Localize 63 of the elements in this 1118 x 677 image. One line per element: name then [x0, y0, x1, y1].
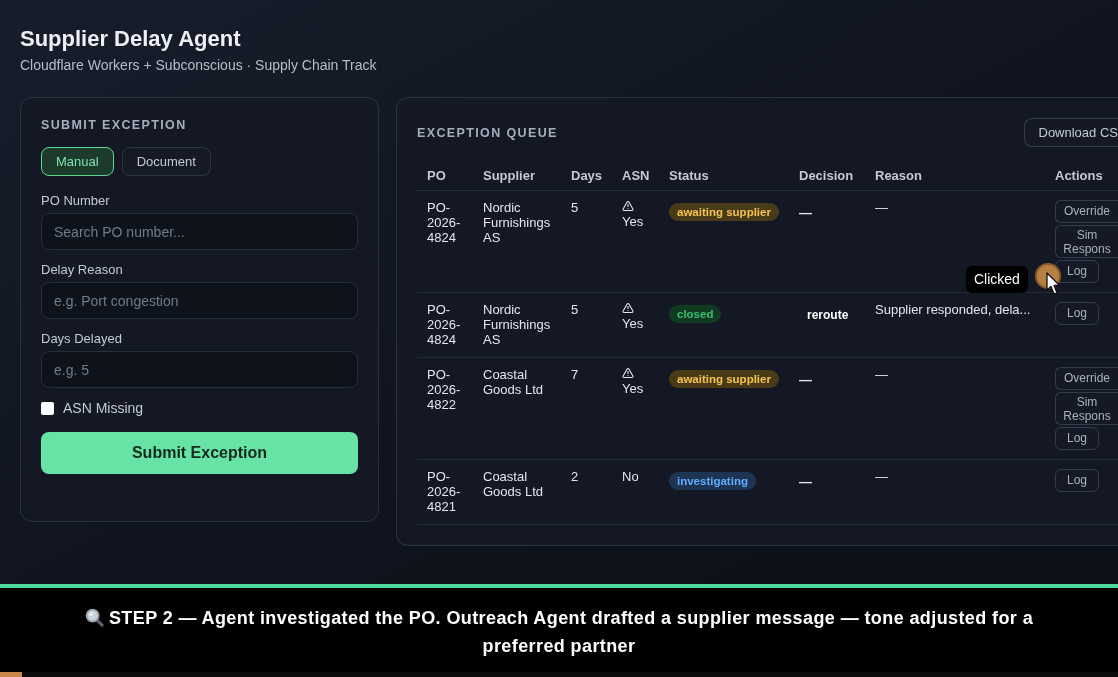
field-label: Days Delayed — [41, 331, 123, 347]
page-title: Supplier Delay Agent — [20, 25, 242, 53]
table-cell: — — [799, 372, 812, 387]
override-button[interactable]: Override — [1055, 367, 1118, 390]
table-cell: — — [799, 474, 812, 489]
clicked-tooltip: Clicked — [966, 266, 1028, 293]
page-subtitle: Cloudflare Workers + Subconscious · Supply Chain Track — [20, 56, 378, 75]
table-cell: Yes — [622, 316, 644, 331]
input-field[interactable]: Search PO number... — [41, 213, 358, 250]
table-cell-text: 7 — [571, 367, 580, 382]
column-header: ASN — [622, 168, 651, 184]
card-heading: SUBMIT EXCEPTION — [41, 117, 188, 133]
table-cell-text: PO-2026-4824 — [427, 200, 462, 245]
checkbox[interactable] — [41, 401, 54, 415]
table-cell-text: — — [875, 367, 889, 382]
status-badge: investigating — [669, 472, 756, 490]
table-cell-text: 5 — [571, 302, 580, 317]
table-cell-text: — — [875, 200, 889, 215]
table-cell-text: PO-2026-4821 — [427, 469, 462, 514]
table-cell-text: Supplier responded, dela... — [875, 302, 1032, 317]
field-label: PO Number — [41, 193, 111, 209]
column-header: Reason — [875, 168, 923, 184]
step-caption: STEP 2 — Agent investigated the PO. Outreach Agent drafted a supplier message — tone adjusted for a preferred partner — [108, 608, 1034, 656]
table-cell-text: 2 — [571, 469, 580, 484]
simulate-response-button[interactable]: Sim Respons — [1055, 392, 1118, 425]
table-cell-text: PO-2026-4824 — [427, 302, 462, 347]
table-cell-text: Coastal Goods Ltd — [483, 469, 544, 499]
checkbox-label: ASN Missing — [63, 400, 144, 416]
status-badge: awaiting supplier — [669, 203, 779, 221]
simulate-response-button[interactable]: Sim Respons — [1055, 225, 1118, 258]
cursor-icon — [1046, 272, 1062, 296]
mode-tab[interactable]: Manual — [41, 147, 114, 176]
submit-exception-button[interactable]: Submit Exception — [41, 432, 358, 474]
status-badge: closed — [669, 305, 722, 323]
table-cell-text: Coastal Goods Ltd — [483, 367, 544, 397]
table-cell: No — [622, 469, 639, 484]
column-header: Actions — [1055, 168, 1104, 184]
table-cell: Yes — [622, 381, 644, 396]
card-heading: EXCEPTION QUEUE — [417, 124, 558, 141]
table-cell-text: — — [875, 469, 889, 484]
table-cell-text: PO-2026-4822 — [427, 367, 462, 412]
log-button[interactable]: Log — [1055, 302, 1100, 325]
table-cell: Yes — [622, 214, 644, 229]
field-label: Delay Reason — [41, 262, 124, 278]
mode-tab[interactable]: Document — [121, 147, 211, 176]
input-field[interactable]: e.g. 5 — [41, 351, 358, 388]
input-field[interactable]: e.g. Port congestion — [41, 282, 358, 319]
column-header: PO — [427, 168, 447, 184]
column-header: Supplier — [483, 168, 536, 184]
log-button[interactable]: Log — [1055, 469, 1100, 492]
column-header: Decision — [799, 168, 855, 184]
status-badge: awaiting supplier — [669, 370, 779, 388]
column-header: Days — [571, 168, 604, 184]
log-button[interactable]: Log — [1055, 427, 1100, 450]
override-button[interactable]: Override — [1055, 200, 1118, 223]
search-icon — [84, 608, 104, 627]
table-cell-text: Nordic Furnishings AS — [483, 200, 552, 245]
table-cell-text: 5 — [571, 200, 580, 215]
table-cell-text: Nordic Furnishings AS — [483, 302, 552, 347]
table-cell: — — [799, 205, 812, 220]
download-csv-button[interactable]: Download CS — [1023, 118, 1118, 147]
column-header: Status — [669, 168, 710, 184]
decision-tag: reroute — [799, 308, 849, 323]
